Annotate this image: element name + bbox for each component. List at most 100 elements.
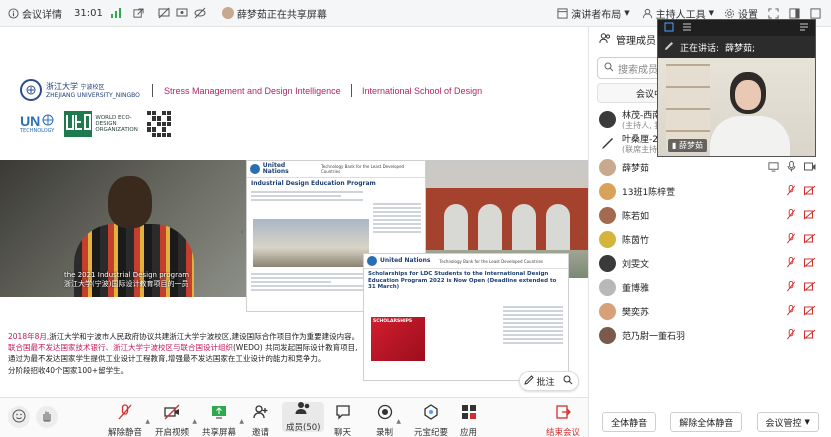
annotate-button[interactable]: 批注: [524, 374, 555, 388]
signal-icon: [110, 8, 121, 18]
unmute-button[interactable]: 解除静音 ▲: [108, 404, 150, 437]
para-line-3: 通过为最不发达国家学生提供工业设计工程教育,增强最不发达国家在工业设计的能力和竞…: [8, 354, 326, 364]
fullscreen-icon[interactable]: [768, 7, 779, 19]
weo-mark-icon: [64, 111, 93, 137]
speaker-face: [735, 80, 761, 110]
more-icon[interactable]: [810, 7, 821, 19]
speaker-float-window[interactable]: 正在讲话: 薛梦茹; ▮ 薛梦茹: [657, 19, 816, 157]
camera-off-icon[interactable]: [803, 305, 816, 319]
annotate-pill: 批注: [519, 371, 579, 391]
screen-share-icon: [768, 161, 779, 175]
list-item[interactable]: 刘雯文: [589, 251, 831, 275]
mic-off-icon[interactable]: [786, 257, 796, 271]
unmute-all-button[interactable]: 解除全体静音: [670, 412, 743, 432]
record-button[interactable]: 录制 ▲: [376, 404, 401, 437]
chevron-right-icon[interactable]: ›: [580, 227, 584, 238]
camera-off-icon: [164, 404, 180, 423]
mic-off-icon[interactable]: [786, 185, 796, 199]
sharer-avatar: [221, 7, 234, 19]
chat-button[interactable]: 聊天: [334, 404, 351, 437]
hide-eye-icon[interactable]: [194, 7, 206, 19]
speaking-name: 薛梦茹;: [725, 43, 756, 54]
panel2-heading: Scholarships for LDC Students to the Int…: [368, 271, 557, 290]
shared-screen: 浙江大学 宁波校区 ZHEJIANG UNIVERSITY_NINGBO Str…: [0, 27, 588, 397]
slide-paragraph: 2018年8月,浙江大学和宁波市人民政府协议共建浙江大学宁波校区,建设国际合作项…: [8, 331, 368, 376]
meeting-timer: 31:01: [74, 7, 103, 19]
mic-off-icon[interactable]: [786, 209, 796, 223]
list-item[interactable]: 樊奕苏: [589, 299, 831, 323]
view-icon[interactable]: [664, 22, 674, 35]
meeting-details-button[interactable]: 会议详情: [8, 6, 62, 21]
start-video-button[interactable]: 开启视频 ▲: [155, 404, 197, 437]
weo-logo: WORLD ECO-DESIGN ORGANIZATION: [64, 111, 138, 137]
record-icon: [377, 404, 393, 423]
mic-off-icon[interactable]: [786, 281, 796, 295]
list-item[interactable]: 薛梦茹: [589, 155, 831, 179]
list-item[interactable]: 范乃尉一董石羽: [589, 323, 831, 347]
mic-off-icon[interactable]: [786, 233, 796, 247]
para-line-1: 浙江大学和宁波市人民政府协议共建浙江大学宁波校区,建设国际合作项目作为重要建设内…: [49, 332, 360, 341]
mic-icon[interactable]: [787, 161, 796, 175]
camera-off-icon[interactable]: [803, 329, 816, 343]
list-item[interactable]: 陈茵竹: [589, 227, 831, 251]
student-video[interactable]: the 2021 Industrial Design program 浙江大学(…: [0, 160, 246, 297]
zoom-icon[interactable]: [563, 375, 573, 388]
end-meeting-button[interactable]: 结束会议: [546, 404, 580, 437]
avatar: [599, 158, 616, 176]
pen-icon: [524, 374, 535, 388]
camera-off-icon[interactable]: [803, 209, 816, 223]
list-item[interactable]: 陈若如: [589, 203, 831, 227]
invite-button[interactable]: 邀请: [252, 404, 269, 437]
chevron-up-icon[interactable]: ▲: [396, 418, 401, 425]
mute-all-button[interactable]: 全体静音: [602, 412, 657, 432]
info-icon: [8, 7, 19, 19]
raise-hand-button[interactable]: [36, 406, 58, 428]
list-item[interactable]: 13班1陈梓萱: [589, 179, 831, 203]
list-view-icon[interactable]: [682, 22, 692, 35]
zju-name-en: ZHEJIANG UNIVERSITY_NINGBO: [46, 91, 140, 99]
avatar: [599, 254, 616, 272]
members-icon: [599, 32, 611, 47]
globe-icon: [42, 114, 54, 128]
speaking-label: 正在讲话:: [680, 43, 720, 54]
presenter-layout-button[interactable]: 演讲者布局 ▼: [557, 6, 630, 21]
screen-off-icon[interactable]: [158, 7, 170, 19]
avatar: [599, 110, 616, 128]
list-item[interactable]: 董博雅: [589, 275, 831, 299]
camera-icon[interactable]: [804, 161, 816, 175]
annotate-label: 批注: [536, 377, 555, 388]
meeting-control-button[interactable]: 会议管控 ▼: [756, 412, 819, 432]
student-head: [108, 176, 152, 228]
share-screen-icon: [211, 404, 227, 423]
group-photo: [253, 219, 369, 267]
hand-icon: [40, 409, 54, 426]
camera-off-icon[interactable]: [803, 185, 816, 199]
chevron-left-icon[interactable]: ‹: [240, 227, 244, 238]
mic-off-icon[interactable]: [786, 329, 796, 343]
chat-icon: [335, 404, 351, 423]
external-window-icon[interactable]: [133, 7, 144, 19]
apps-button[interactable]: 应用: [460, 404, 477, 437]
mic-off-icon[interactable]: [786, 305, 796, 319]
chevron-up-icon[interactable]: ▲: [192, 418, 197, 425]
camera-off-icon[interactable]: [803, 281, 816, 295]
para-line-2-highlight: 联合国最不发达国家技术银行、浙江大学宁波校区与联合国设计组织: [8, 343, 233, 353]
chevron-down-icon: ▼: [624, 9, 630, 17]
share-screen-button[interactable]: 共享屏幕 ▲: [202, 404, 244, 437]
collapse-icon[interactable]: [799, 22, 809, 35]
camera-off-icon[interactable]: [803, 233, 816, 247]
stop-sharing-icon[interactable]: [176, 7, 188, 19]
yuanbao-button[interactable]: 元宝纪要: [414, 404, 448, 437]
para-date: 2018年8月,: [8, 332, 50, 341]
sharing-status: 薛梦茹正在共享屏幕: [221, 6, 327, 21]
chevron-up-icon[interactable]: ▲: [145, 418, 150, 425]
chevron-up-icon[interactable]: ▲: [239, 418, 244, 425]
camera-off-icon[interactable]: [803, 257, 816, 271]
members-button[interactable]: 成员(50): [282, 402, 325, 433]
avatar: [599, 206, 616, 224]
side-panel-icon[interactable]: [789, 7, 800, 19]
emoji-button[interactable]: [8, 406, 30, 428]
weo-text: WORLD ECO-DESIGN ORGANIZATION: [95, 115, 138, 133]
mic-icon: ▮: [672, 141, 677, 150]
video-caption: the 2021 Industrial Design program 浙江大学(…: [64, 271, 190, 288]
